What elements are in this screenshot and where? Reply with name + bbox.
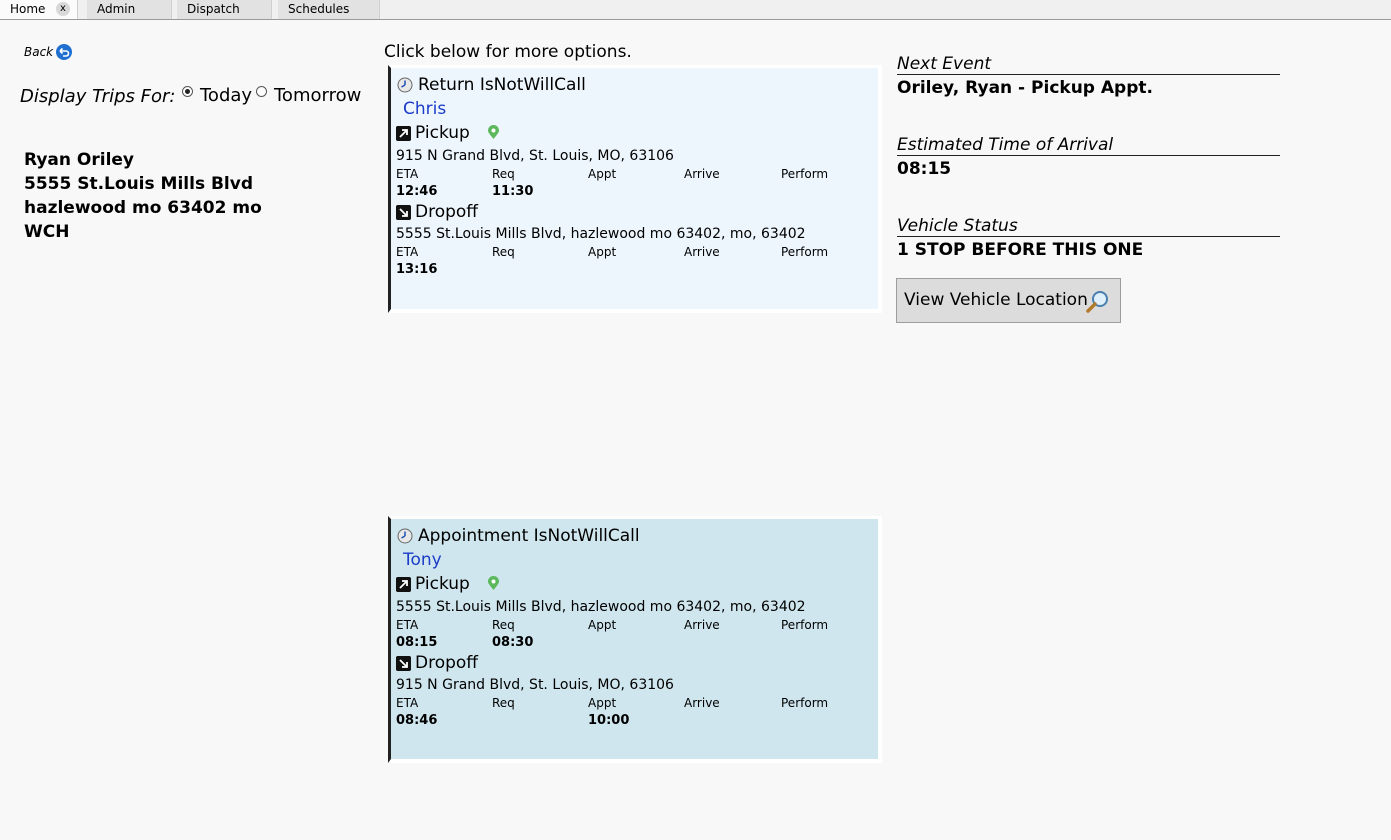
pickup-arrow-icon bbox=[396, 577, 411, 592]
clock-icon bbox=[397, 77, 413, 93]
arrive-header: Arrive bbox=[684, 696, 720, 710]
req-header: Req bbox=[492, 618, 515, 632]
tomorrow-radio[interactable] bbox=[256, 86, 267, 97]
tab-bar: Home x Admin Dispatch Schedules bbox=[0, 0, 1391, 20]
req-header: Req bbox=[492, 167, 515, 181]
driver-name[interactable]: Chris bbox=[403, 99, 446, 119]
driver-name[interactable]: Tony bbox=[403, 550, 442, 570]
eta-value: 08:15 bbox=[897, 159, 952, 179]
dropoff-appt: 10:00 bbox=[588, 713, 630, 728]
display-trips-label: Display Trips For: bbox=[20, 86, 176, 107]
pickup-label: Pickup bbox=[415, 574, 470, 594]
appt-header: Appt bbox=[588, 167, 617, 181]
req-header: Req bbox=[492, 245, 515, 259]
pickup-arrow-icon bbox=[396, 126, 411, 141]
tomorrow-label[interactable]: Tomorrow bbox=[274, 85, 361, 106]
click-hint: Click below for more options. bbox=[384, 42, 632, 62]
next-event-value: Oriley, Ryan - Pickup Appt. bbox=[897, 78, 1153, 98]
req-header: Req bbox=[492, 696, 515, 710]
tab-schedules[interactable]: Schedules bbox=[278, 0, 380, 19]
dropoff-arrow-icon bbox=[396, 656, 411, 671]
vehicle-status-label: Vehicle Status bbox=[897, 216, 1280, 237]
dropoff-address: 5555 St.Louis Mills Blvd, hazlewood mo 6… bbox=[396, 226, 806, 242]
view-vehicle-location-button[interactable]: View Vehicle Location bbox=[896, 278, 1121, 323]
eta-label: Estimated Time of Arrival bbox=[897, 135, 1280, 156]
close-icon[interactable]: x bbox=[56, 2, 70, 16]
dropoff-eta: 13:16 bbox=[396, 262, 438, 277]
pickup-eta: 12:46 bbox=[396, 184, 438, 199]
appt-header: Appt bbox=[588, 618, 617, 632]
arrive-header: Arrive bbox=[684, 245, 720, 259]
back-link[interactable]: Back bbox=[24, 45, 53, 59]
trip-card[interactable]: Return IsNotWillCall Chris Pickup 915 N … bbox=[388, 65, 882, 313]
perform-header: Perform bbox=[781, 245, 829, 259]
clock-icon bbox=[397, 528, 413, 544]
tab-dispatch[interactable]: Dispatch bbox=[177, 0, 272, 19]
arrive-header: Arrive bbox=[684, 167, 720, 181]
dropoff-label: Dropoff bbox=[415, 202, 479, 222]
eta-header: ETA bbox=[396, 696, 419, 710]
dropoff-eta: 08:46 bbox=[396, 713, 438, 728]
rider-city: hazlewood mo 63402 mo bbox=[24, 198, 262, 218]
perform-header: Perform bbox=[781, 618, 829, 632]
map-pin-icon[interactable] bbox=[487, 125, 500, 140]
back-arrow-icon[interactable] bbox=[55, 43, 73, 61]
magnifier-icon bbox=[1086, 291, 1108, 313]
perform-header: Perform bbox=[781, 696, 829, 710]
rider-mobility: WCH bbox=[24, 222, 70, 242]
trip-card[interactable]: Appointment IsNotWillCall Tony Pickup 55… bbox=[388, 516, 882, 763]
pickup-address: 915 N Grand Blvd, St. Louis, MO, 63106 bbox=[396, 148, 674, 164]
dropoff-arrow-icon bbox=[396, 205, 411, 220]
rider-info: Ryan Oriley 5555 St.Louis Mills Blvd haz… bbox=[24, 148, 262, 244]
perform-header: Perform bbox=[781, 167, 829, 181]
pickup-req: 11:30 bbox=[492, 184, 534, 199]
rider-name: Ryan Oriley bbox=[24, 150, 135, 170]
pickup-label: Pickup bbox=[415, 123, 470, 143]
dropoff-address: 915 N Grand Blvd, St. Louis, MO, 63106 bbox=[396, 677, 674, 693]
eta-header: ETA bbox=[396, 618, 419, 632]
appt-header: Appt bbox=[588, 696, 617, 710]
arrive-header: Arrive bbox=[684, 618, 720, 632]
today-radio[interactable] bbox=[182, 86, 193, 97]
dropoff-label: Dropoff bbox=[415, 653, 479, 673]
tab-home-label: Home bbox=[10, 2, 46, 16]
eta-header: ETA bbox=[396, 167, 419, 181]
eta-header: ETA bbox=[396, 245, 419, 259]
pickup-req: 08:30 bbox=[492, 635, 534, 650]
tab-admin[interactable]: Admin bbox=[87, 0, 172, 19]
map-pin-icon[interactable] bbox=[487, 576, 500, 591]
vehicle-status-value: 1 STOP BEFORE THIS ONE bbox=[897, 240, 1144, 260]
tab-home[interactable]: Home x bbox=[0, 0, 78, 19]
rider-street: 5555 St.Louis Mills Blvd bbox=[24, 174, 254, 194]
appt-header: Appt bbox=[588, 245, 617, 259]
next-event-label: Next Event bbox=[897, 54, 1280, 75]
pickup-address: 5555 St.Louis Mills Blvd, hazlewood mo 6… bbox=[396, 599, 806, 615]
trip-type: Return IsNotWillCall bbox=[418, 75, 586, 95]
today-label[interactable]: Today bbox=[200, 85, 252, 106]
view-vehicle-location-label: View Vehicle Location bbox=[904, 290, 1088, 310]
trip-type: Appointment IsNotWillCall bbox=[418, 526, 640, 546]
pickup-eta: 08:15 bbox=[396, 635, 438, 650]
